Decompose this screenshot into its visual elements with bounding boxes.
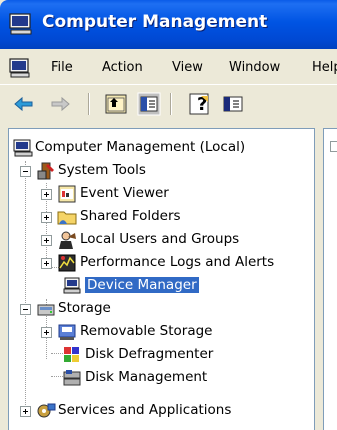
tree-item-local-users-and-groups[interactable]: Local Users and Groups bbox=[9, 229, 309, 251]
tree-item-disk-defragmenter[interactable]: Disk Defragmenter bbox=[9, 344, 309, 366]
console-pane-icon[interactable] bbox=[221, 92, 245, 116]
tree-label: Disk Management bbox=[85, 369, 208, 385]
menu-divider bbox=[0, 84, 337, 85]
up-folder-icon[interactable] bbox=[104, 92, 128, 116]
disk-defragmenter-icon bbox=[64, 347, 79, 362]
tree-label: Computer Management (Local) bbox=[35, 139, 246, 155]
tree-label: Local Users and Groups bbox=[80, 231, 240, 247]
expand-toggle[interactable] bbox=[41, 258, 52, 269]
title-bar[interactable]: Computer Management bbox=[0, 0, 337, 49]
forward-arrow-icon[interactable] bbox=[48, 92, 72, 116]
menu-view[interactable]: View bbox=[172, 60, 203, 75]
back-arrow-icon[interactable] bbox=[12, 92, 36, 116]
tree-label: Performance Logs and Alerts bbox=[80, 254, 275, 270]
console-tree[interactable]: Computer Management (Local) System Tools… bbox=[8, 128, 315, 430]
expand-toggle[interactable] bbox=[20, 406, 31, 417]
toolbar-separator bbox=[88, 93, 90, 115]
expand-toggle[interactable] bbox=[330, 141, 337, 152]
performance-logs-icon bbox=[58, 254, 76, 272]
users-icon bbox=[59, 231, 76, 249]
expand-toggle[interactable] bbox=[41, 189, 52, 200]
tree-label: System Tools bbox=[58, 162, 146, 178]
tree-item-performance-logs[interactable]: Performance Logs and Alerts bbox=[9, 252, 309, 274]
services-icon bbox=[37, 403, 56, 418]
window-title: Computer Management bbox=[42, 12, 268, 32]
tree-item-event-viewer[interactable]: Event Viewer bbox=[9, 183, 309, 205]
removable-storage-icon bbox=[58, 324, 76, 340]
tree-item-removable-storage[interactable]: Removable Storage bbox=[9, 321, 309, 343]
computer-icon bbox=[13, 139, 33, 157]
shared-folder-icon bbox=[57, 211, 77, 225]
tree-item-device-manager[interactable]: Device Manager bbox=[9, 275, 309, 297]
tree-label: Event Viewer bbox=[80, 185, 169, 201]
tree-label: Removable Storage bbox=[80, 323, 213, 339]
expand-toggle[interactable] bbox=[41, 327, 52, 338]
event-viewer-icon bbox=[58, 185, 76, 203]
tree-label: Shared Folders bbox=[80, 208, 181, 224]
computer-management-window: Computer Management File Action View Win… bbox=[0, 0, 337, 430]
expand-toggle[interactable] bbox=[41, 235, 52, 246]
help-icon[interactable]: ? bbox=[188, 92, 212, 116]
collapse-toggle[interactable] bbox=[20, 304, 31, 315]
show-hide-tree-icon[interactable] bbox=[137, 92, 161, 116]
toolbar-separator bbox=[170, 93, 172, 115]
tree-label: Services and Applications bbox=[58, 402, 232, 418]
menu-bar: File Action View Window Help bbox=[0, 53, 337, 83]
tree-item-shared-folders[interactable]: Shared Folders bbox=[9, 206, 309, 228]
collapse-toggle[interactable] bbox=[20, 166, 31, 177]
tree-item-disk-management[interactable]: Disk Management bbox=[9, 367, 309, 389]
disk-management-icon bbox=[63, 370, 81, 386]
tree-label: Storage bbox=[58, 300, 111, 316]
system-tools-icon bbox=[37, 162, 54, 180]
device-manager-icon bbox=[63, 277, 81, 294]
tree-item-services-and-applications[interactable]: Services and Applications bbox=[9, 400, 309, 422]
tree-label-selected: Device Manager bbox=[85, 277, 199, 293]
tree-item-system-tools[interactable]: System Tools bbox=[9, 160, 309, 182]
tree-label: Disk Defragmenter bbox=[85, 346, 214, 362]
menu-file[interactable]: File bbox=[51, 60, 73, 75]
toolbar: ? bbox=[0, 86, 337, 122]
menu-help[interactable]: Help bbox=[312, 60, 337, 75]
tree-item-storage[interactable]: Storage bbox=[9, 298, 309, 320]
menu-action[interactable]: Action bbox=[102, 60, 143, 75]
menu-window[interactable]: Window bbox=[229, 60, 280, 75]
system-menu-icon[interactable] bbox=[9, 58, 31, 78]
storage-icon bbox=[37, 304, 55, 316]
expand-toggle[interactable] bbox=[41, 212, 52, 223]
computer-management-icon bbox=[9, 13, 32, 35]
results-pane[interactable] bbox=[323, 128, 337, 430]
tree-item-computer-management[interactable]: Computer Management (Local) bbox=[9, 137, 309, 159]
